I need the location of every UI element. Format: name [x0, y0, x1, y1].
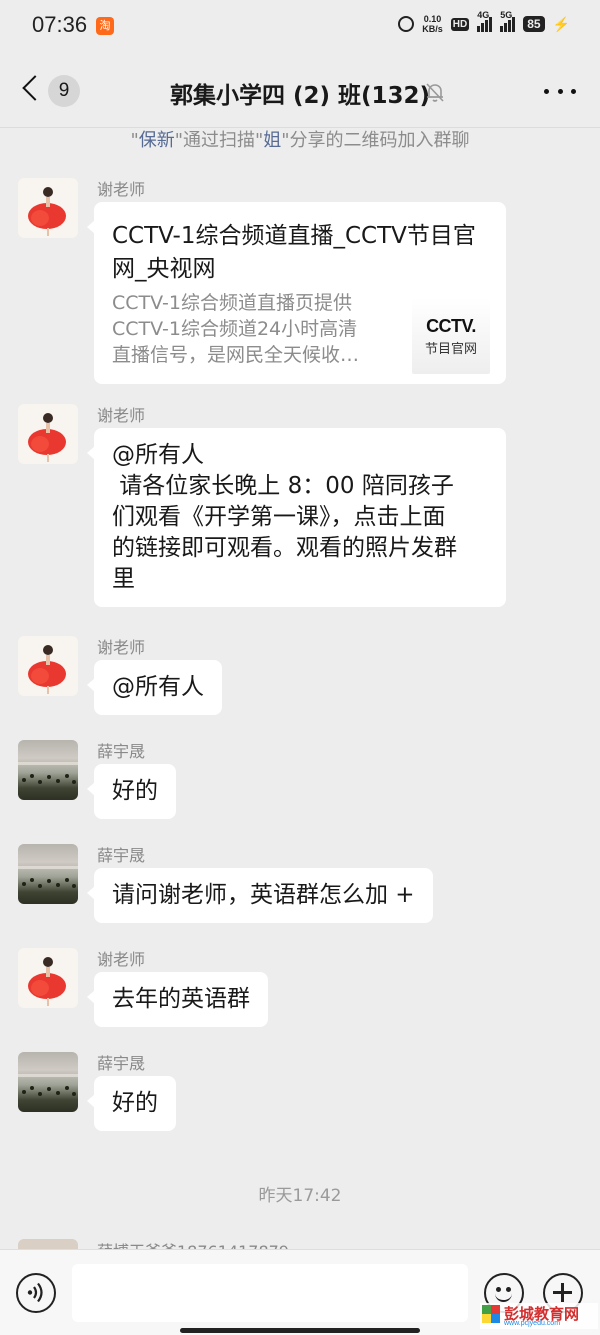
avatar[interactable]: [18, 740, 78, 800]
message-timestamp: 昨天17:42: [258, 1186, 342, 1206]
avatar[interactable]: [18, 636, 78, 696]
avatar[interactable]: [18, 404, 78, 464]
network-speed: 0.10 KB/s: [422, 14, 443, 34]
message-bubble[interactable]: @所有人 请各位家长晚上 8：00 陪同孩子 们观看《开学第一课》，点击上面 的…: [87, 428, 506, 607]
status-time: 07:36: [32, 12, 88, 37]
signal-4g-icon: 4G: [477, 10, 493, 32]
message-bubble[interactable]: @所有人: [87, 660, 222, 715]
charging-icon: ⚡: [552, 15, 570, 32]
more-options-button[interactable]: [544, 84, 576, 98]
member-link[interactable]: 姐: [263, 130, 281, 151]
link-card[interactable]: CCTV-1综合频道直播_CCTV节目官网_央视网 CCTV-1综合频道直播页提…: [87, 202, 506, 384]
watermark-logo-icon: [482, 1305, 500, 1323]
avatar[interactable]: [18, 178, 78, 238]
message-bubble[interactable]: 去年的英语群: [87, 972, 268, 1027]
avatar[interactable]: [18, 844, 78, 904]
voice-icon: [27, 1282, 43, 1303]
chat-header: 9 郭集小学四 (2) 班(132): [0, 52, 600, 128]
sender-name: 薛宇晟: [97, 846, 146, 865]
battery-icon: 85: [523, 16, 545, 32]
watermark: 彭城教育网 www.pcjyedu.com: [480, 1303, 598, 1329]
sender-name: 谢老师: [97, 180, 146, 199]
chat-title: 郭集小学四 (2) 班(132): [169, 83, 431, 109]
avatar[interactable]: [18, 1052, 78, 1112]
link-thumbnail: CCTV. 节目官网: [412, 298, 490, 374]
sender-name: 谢老师: [97, 950, 146, 969]
avatar[interactable]: [18, 948, 78, 1008]
chat-input-bar: 彭城教育网 www.pcjyedu.com: [0, 1249, 600, 1335]
alarm-icon: [398, 16, 415, 32]
system-notice: "保新"通过扫描"姐"分享的二维码加入群聊: [130, 130, 470, 151]
link-title: CCTV-1综合频道直播_CCTV节目官网_央视网: [112, 223, 476, 282]
home-indicator[interactable]: [180, 1328, 420, 1333]
message-input[interactable]: [72, 1264, 468, 1322]
signal-5g-icon: 5G: [500, 10, 516, 32]
status-bar: 07:36 淘 0.10 KB/s HD 4G 5G 85 ⚡: [0, 0, 600, 52]
sender-name: 谢老师: [97, 638, 146, 657]
mute-bell-icon: [426, 83, 444, 102]
message-bubble[interactable]: 好的: [87, 1076, 176, 1131]
message-bubble[interactable]: 请问谢老师，英语群怎么加 +: [87, 868, 433, 923]
link-description: CCTV-1综合频道直播页提供 CCTV-1综合频道24小时高清 直播信号，是网…: [112, 292, 360, 366]
cctv-logo: CCTV.: [426, 316, 476, 336]
taobao-notification-icon: 淘: [96, 17, 114, 35]
sender-name: 薛宇晟: [97, 1054, 146, 1073]
hd-voice-icon: HD: [450, 17, 470, 31]
voice-input-button[interactable]: [16, 1273, 56, 1313]
sender-name: 谢老师: [97, 406, 146, 425]
message-bubble[interactable]: 好的: [87, 764, 176, 819]
status-icons: 0.10 KB/s HD 4G 5G 85 ⚡: [398, 10, 570, 34]
sender-name: 薛宇晟: [97, 742, 146, 761]
member-link[interactable]: 保新: [139, 130, 175, 151]
